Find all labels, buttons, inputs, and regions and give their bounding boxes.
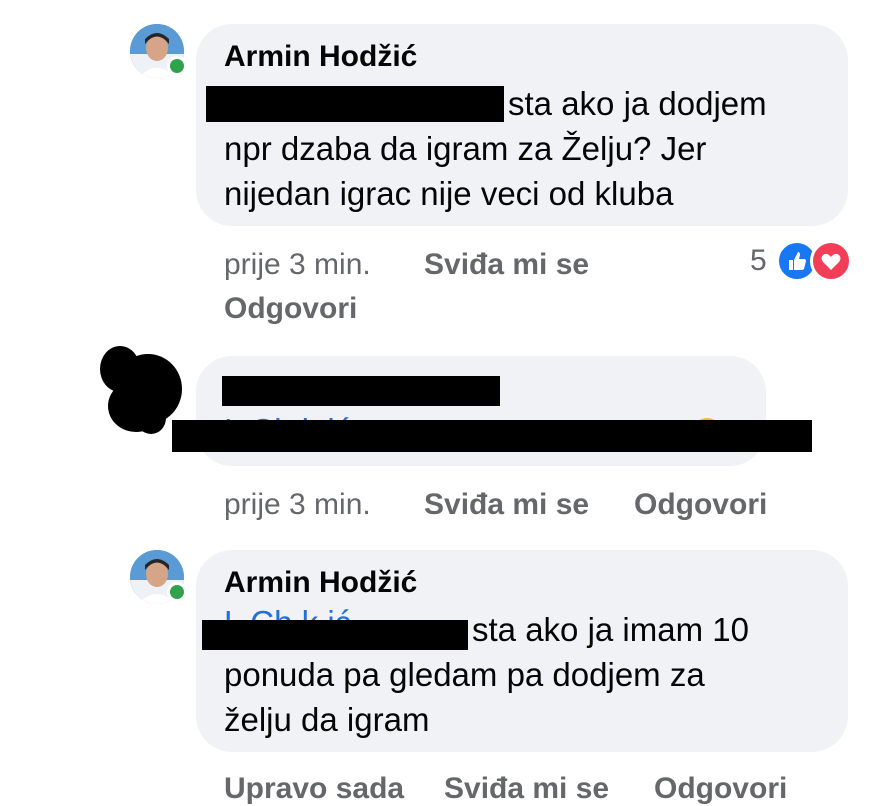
comment-text-line: npr dzaba da igram za Želju? Jer [224, 130, 707, 167]
comment-timestamp[interactable]: prije 3 min. [224, 488, 371, 522]
comment-text-line: želju da igram [224, 701, 430, 738]
comment-bubble[interactable]: Armin Hodžić L Ch k ić sta ako ja imam 1… [196, 550, 848, 752]
online-status-icon [167, 56, 187, 76]
reaction-count: 5 [750, 244, 767, 277]
comment-text-line: ponuda pa gledam pa dodjem za [224, 656, 705, 693]
like-button[interactable]: Sviđa mi se [444, 772, 609, 806]
avatar[interactable] [130, 550, 187, 604]
like-button[interactable]: Sviđa mi se [424, 488, 589, 522]
redaction-bar [222, 376, 500, 406]
reply-button[interactable]: Odgovori [654, 772, 787, 806]
comment-timestamp[interactable]: prije 3 min. [224, 248, 371, 282]
reaction-summary[interactable]: 5 [748, 240, 852, 282]
comment-author[interactable]: Armin Hodžić [224, 566, 417, 600]
like-button[interactable]: Sviđa mi se [424, 248, 589, 282]
redaction-bar [202, 620, 468, 650]
redaction-bar [172, 420, 812, 452]
comment-timestamp[interactable]: Upravo sada [224, 772, 404, 806]
comment-bubble[interactable]: Armin Hodžić L sta ako ja dodjem npr dza… [196, 24, 848, 226]
comment-text-line: nijedan igrac nije veci od kluba [224, 175, 674, 212]
avatar-scribble [136, 402, 166, 434]
comment-text-line: sta ako ja dodjem [508, 85, 767, 122]
reply-button[interactable]: Odgovori [224, 292, 357, 326]
avatar[interactable] [130, 24, 187, 78]
reply-button[interactable]: Odgovori [634, 488, 767, 522]
online-status-icon [167, 582, 187, 602]
heart-reaction-icon [810, 240, 852, 282]
comment-text-line: sta ako ja imam 10 [472, 611, 749, 648]
comment-author[interactable]: Armin Hodžić [224, 40, 417, 74]
redaction-bar [206, 86, 504, 122]
